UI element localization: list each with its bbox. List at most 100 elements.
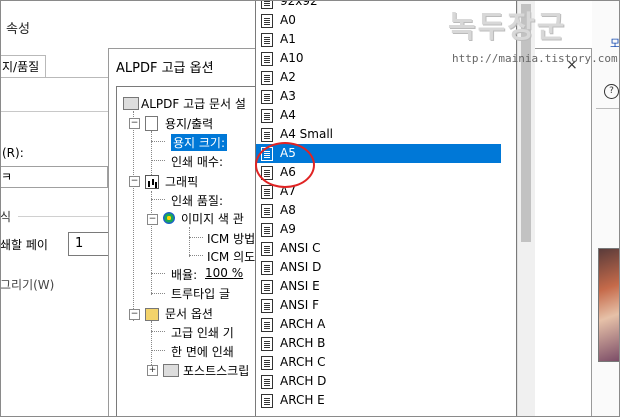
page-icon bbox=[261, 14, 273, 28]
page-icon bbox=[261, 318, 273, 332]
paper-size-option-label: ARCH E bbox=[280, 393, 325, 407]
back-select-field[interactable]: ㅋ bbox=[0, 166, 108, 188]
tree-icm-method[interactable]: ICM 방법 bbox=[207, 230, 255, 247]
page-icon bbox=[261, 109, 273, 123]
paper-size-option[interactable]: ARCH B bbox=[256, 334, 501, 353]
paper-size-option-label: A8 bbox=[280, 203, 296, 217]
expand-icon[interactable]: + bbox=[147, 365, 158, 376]
right-tag[interactable]: 모 bbox=[610, 35, 620, 51]
page-icon bbox=[261, 337, 273, 351]
tree-copies[interactable]: 인쇄 매수: bbox=[171, 153, 223, 170]
page-icon bbox=[261, 242, 273, 256]
paper-size-option-label: A3 bbox=[280, 89, 296, 103]
tree-graphics[interactable]: 그래픽 bbox=[165, 173, 198, 190]
paper-size-option-label: ANSI F bbox=[280, 298, 320, 312]
tree-scale[interactable]: 배율: bbox=[171, 266, 197, 283]
tree-scale-value[interactable]: 100 % bbox=[205, 266, 243, 280]
collapse-icon[interactable]: − bbox=[129, 176, 140, 187]
tree-line bbox=[151, 131, 152, 177]
tree-line bbox=[189, 227, 190, 257]
paper-size-option[interactable]: ANSI E bbox=[256, 277, 501, 296]
paper-size-option-label: ARCH A bbox=[280, 317, 326, 331]
tree-icm-intent[interactable]: ICM 의도 bbox=[207, 248, 255, 265]
collapse-icon[interactable]: − bbox=[129, 309, 140, 320]
paper-size-option[interactable]: ARCH D bbox=[256, 372, 501, 391]
paper-size-option-label: A4 bbox=[280, 108, 296, 122]
page-icon bbox=[261, 71, 273, 85]
page-icon bbox=[261, 375, 273, 389]
paper-size-option[interactable]: A8 bbox=[256, 201, 501, 220]
page-icon bbox=[261, 128, 273, 142]
back-group-label: 식 bbox=[0, 210, 12, 224]
paper-size-option-label: A1 bbox=[280, 32, 296, 46]
tree-pages-per-sheet[interactable]: 한 면에 인쇄 bbox=[171, 343, 234, 360]
tree-line bbox=[133, 111, 134, 321]
tree-truetype[interactable]: 트루타입 글 bbox=[171, 285, 230, 302]
color-target-icon bbox=[163, 212, 175, 224]
paper-size-option[interactable]: ANSI F bbox=[256, 296, 501, 315]
tab-paper-quality[interactable]: 지/품질 bbox=[0, 55, 46, 77]
paper-size-option-label: ANSI C bbox=[280, 241, 321, 255]
page-icon bbox=[261, 223, 273, 237]
page-icon bbox=[261, 356, 273, 370]
tree-line bbox=[151, 331, 165, 332]
tree-paper-output[interactable]: 용지/출력 bbox=[165, 115, 213, 132]
paper-size-option[interactable]: A2 bbox=[256, 68, 501, 87]
tree-paper-size[interactable]: 용지 크기: bbox=[171, 134, 228, 151]
paper-size-option-label: A10 bbox=[280, 51, 304, 65]
advanced-options-title: ALPDF 고급 옵션 bbox=[116, 61, 214, 76]
paper-size-option[interactable]: ARCH A bbox=[256, 315, 501, 334]
back-group-line bbox=[18, 216, 108, 217]
tree-image-color[interactable]: 이미지 색 관 bbox=[181, 210, 244, 227]
paper-icon bbox=[145, 116, 158, 131]
pages-label: 쇄할 페이 bbox=[0, 238, 48, 252]
tree-line bbox=[151, 160, 165, 161]
paper-size-option[interactable]: ARCH E bbox=[256, 391, 501, 410]
paper-size-option-label: A2 bbox=[280, 70, 296, 84]
info-icon[interactable]: ? bbox=[604, 84, 619, 99]
paper-size-option[interactable]: ANSI C bbox=[256, 239, 501, 258]
watermark-url: http://mainia.tistory.com bbox=[452, 52, 618, 65]
paper-size-option[interactable]: ANSI D bbox=[256, 258, 501, 277]
pages-input[interactable]: 1 bbox=[68, 232, 108, 256]
back-dialog-title: 속성 bbox=[6, 22, 30, 37]
tree-root[interactable]: ALPDF 고급 문서 설 bbox=[141, 95, 246, 112]
paper-size-option-label: ARCH B bbox=[280, 336, 326, 350]
printer-icon bbox=[123, 97, 139, 110]
tree-line bbox=[151, 321, 152, 371]
right-divider bbox=[596, 108, 620, 109]
page-icon bbox=[261, 280, 273, 294]
tree-line bbox=[151, 293, 165, 294]
paper-size-option-label: ARCH D bbox=[280, 374, 327, 388]
collapse-icon[interactable]: − bbox=[147, 214, 158, 225]
paper-size-option[interactable]: A9 bbox=[256, 220, 501, 239]
tree-line bbox=[151, 191, 152, 295]
page-icon bbox=[261, 0, 273, 9]
paper-size-option[interactable]: A4 Small bbox=[256, 125, 501, 144]
tree-print-quality[interactable]: 인쇄 품질: bbox=[171, 192, 223, 209]
back-label-r: (R): bbox=[2, 146, 24, 160]
page-icon bbox=[261, 52, 273, 66]
paper-size-option-label: A9 bbox=[280, 222, 296, 236]
page-icon bbox=[261, 90, 273, 104]
page-icon bbox=[261, 394, 273, 408]
tree-line bbox=[151, 273, 165, 274]
watermark-logo: 녹두장군 bbox=[448, 10, 567, 45]
page-icon bbox=[261, 204, 273, 218]
paper-size-option[interactable]: ARCH C bbox=[256, 353, 501, 372]
tree-postscript[interactable]: 포스트스크립 bbox=[183, 362, 249, 379]
paper-size-option[interactable]: A4 bbox=[256, 106, 501, 125]
tree-line bbox=[151, 199, 165, 200]
preview-image bbox=[598, 248, 620, 362]
paper-size-option-label: ANSI E bbox=[280, 279, 320, 293]
tab-divider bbox=[0, 77, 110, 78]
highlight-circle-annotation bbox=[255, 142, 315, 188]
collapse-icon[interactable]: − bbox=[129, 118, 140, 129]
paper-size-option[interactable]: A3 bbox=[256, 87, 501, 106]
tree-advanced-printing[interactable]: 고급 인쇄 기 bbox=[171, 324, 234, 341]
tree-line bbox=[151, 141, 165, 142]
tree-line bbox=[151, 350, 165, 351]
tree-document-options[interactable]: 문서 옵션 bbox=[165, 305, 213, 322]
graphics-icon bbox=[145, 175, 159, 189]
paper-size-option-label: ANSI D bbox=[280, 260, 322, 274]
